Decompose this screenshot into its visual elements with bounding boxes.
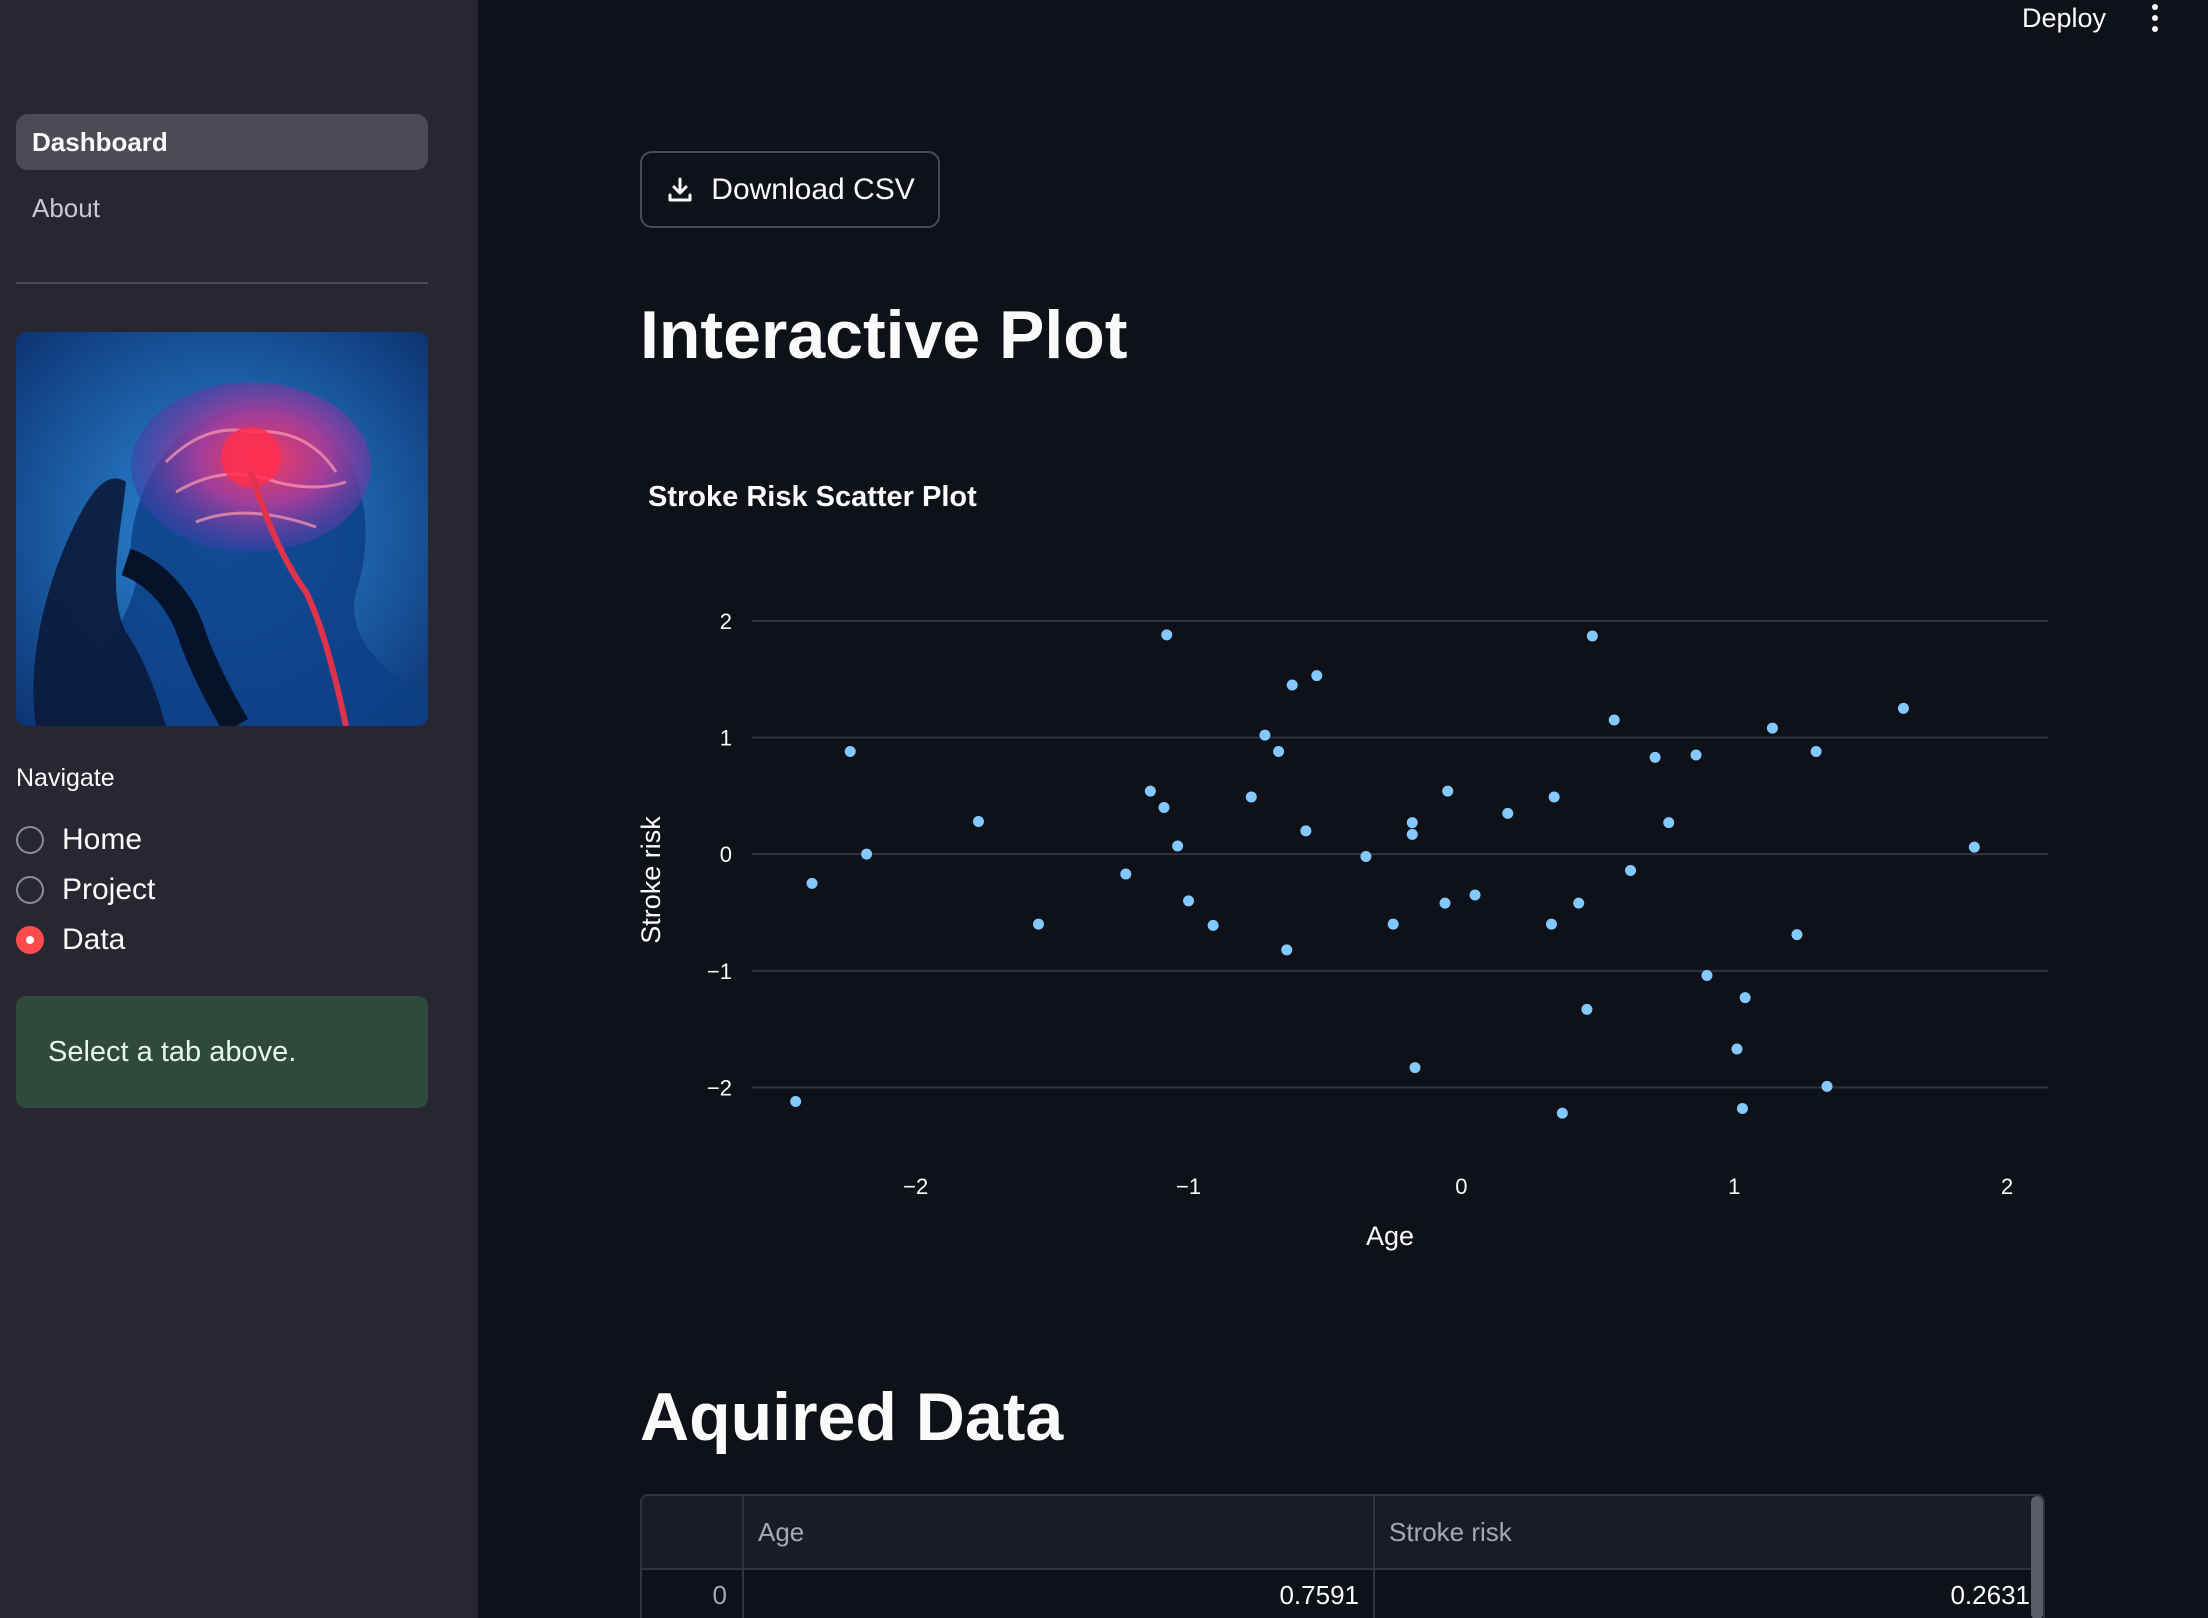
scatter-point[interactable] bbox=[1360, 851, 1372, 862]
scatter-point[interactable] bbox=[1245, 791, 1257, 803]
info-alert-text: Select a tab above. bbox=[48, 1035, 297, 1068]
radio-option-project[interactable]: Project bbox=[16, 870, 155, 910]
scatter-point[interactable] bbox=[1545, 918, 1557, 930]
radio-option-label: Project bbox=[62, 873, 156, 906]
radio-button[interactable] bbox=[16, 826, 44, 854]
scatter-point[interactable] bbox=[1766, 722, 1778, 734]
scatter-point[interactable] bbox=[861, 848, 873, 860]
scatter-point[interactable] bbox=[1161, 629, 1173, 641]
scatter-chart[interactable]: −2 −1 0 1 2 −2 −1 0 1 2 Age Stroke risk bbox=[630, 580, 2060, 1270]
scatter-point[interactable] bbox=[844, 746, 856, 757]
scatter-point[interactable] bbox=[790, 1096, 802, 1107]
sidebar: Dashboard About Navigate Home Project Da… bbox=[0, 0, 478, 1618]
brain-illustration-image bbox=[16, 332, 428, 726]
table-scrollbar[interactable] bbox=[2031, 1496, 2043, 1618]
radio-button[interactable] bbox=[16, 876, 44, 904]
column-header-stroke-risk[interactable]: Stroke risk bbox=[1389, 1496, 1512, 1568]
scatter-point[interactable] bbox=[1469, 889, 1481, 901]
x-tick-label: −2 bbox=[903, 1174, 928, 1199]
column-header-age[interactable]: Age bbox=[758, 1496, 804, 1568]
radio-button-selected[interactable] bbox=[16, 926, 44, 954]
download-icon bbox=[668, 177, 692, 201]
row-index: 0 bbox=[712, 1579, 727, 1610]
y-tick-label: −2 bbox=[707, 1076, 732, 1101]
scatter-point[interactable] bbox=[1172, 840, 1184, 852]
scatter-point[interactable] bbox=[1387, 918, 1399, 930]
page-title-interactive-plot: Interactive Plot bbox=[640, 297, 1128, 373]
kebab-menu-icon[interactable] bbox=[2144, 0, 2166, 36]
scatter-point[interactable] bbox=[1286, 679, 1298, 691]
radio-option-data[interactable]: Data bbox=[16, 920, 125, 960]
table-cell-stroke-risk[interactable]: 0.2631 bbox=[1375, 1570, 2030, 1618]
sidebar-item-dashboard[interactable]: Dashboard bbox=[16, 114, 428, 170]
data-table[interactable]: Age Stroke risk 0 0.7591 0.2631 bbox=[640, 1494, 2045, 1618]
scatter-point[interactable] bbox=[1406, 828, 1418, 840]
scatter-point[interactable] bbox=[1810, 746, 1822, 757]
sidebar-item-label: Dashboard bbox=[32, 126, 168, 157]
deploy-label: Deploy bbox=[2022, 2, 2107, 33]
x-tick-label: 1 bbox=[1728, 1174, 1740, 1199]
scatter-point[interactable] bbox=[1821, 1080, 1833, 1092]
table-cell-age[interactable]: 0.7591 bbox=[744, 1570, 1359, 1618]
scatter-point[interactable] bbox=[1791, 929, 1803, 941]
sidebar-divider bbox=[16, 282, 428, 284]
scatter-point[interactable] bbox=[1739, 992, 1751, 1004]
scatter-point[interactable] bbox=[1663, 817, 1675, 829]
section-title-aquired-data: Aquired Data bbox=[640, 1379, 1064, 1455]
download-csv-button[interactable]: Download CSV bbox=[640, 151, 940, 228]
chart-title: Stroke Risk Scatter Plot bbox=[648, 481, 977, 513]
scatter-point[interactable] bbox=[1897, 702, 1909, 714]
scatter-point[interactable] bbox=[1581, 1003, 1593, 1015]
y-axis-label: Stroke risk bbox=[636, 816, 666, 944]
radio-option-home[interactable]: Home bbox=[16, 820, 142, 860]
scatter-point[interactable] bbox=[1439, 897, 1451, 909]
scatter-point[interactable] bbox=[1259, 729, 1271, 741]
x-axis-label: Age bbox=[1366, 1221, 1414, 1251]
radio-option-label: Home bbox=[62, 823, 143, 856]
scatter-point[interactable] bbox=[1406, 817, 1418, 829]
scatter-point[interactable] bbox=[1731, 1043, 1743, 1055]
scatter-point[interactable] bbox=[1409, 1062, 1421, 1074]
scatter-point[interactable] bbox=[1300, 825, 1312, 837]
x-tick-label: 0 bbox=[1455, 1174, 1467, 1199]
radio-group-label: Navigate bbox=[16, 764, 115, 792]
scatter-point[interactable] bbox=[1311, 670, 1323, 682]
scatter-point[interactable] bbox=[1281, 944, 1293, 956]
scatter-point[interactable] bbox=[1207, 919, 1219, 931]
scatter-point[interactable] bbox=[1273, 746, 1285, 757]
scatter-point[interactable] bbox=[1608, 714, 1620, 726]
download-csv-label: Download CSV bbox=[711, 172, 915, 206]
y-tick-label: 2 bbox=[720, 609, 732, 634]
scatter-point[interactable] bbox=[1625, 865, 1637, 876]
scatter-point[interactable] bbox=[1120, 868, 1132, 880]
scatter-point[interactable] bbox=[1649, 751, 1661, 763]
radio-option-label: Data bbox=[62, 923, 126, 956]
table-header-row bbox=[642, 1496, 2043, 1570]
scatter-point[interactable] bbox=[1442, 785, 1454, 797]
scatter-point[interactable] bbox=[1968, 841, 1980, 853]
scatter-point[interactable] bbox=[1701, 970, 1713, 981]
scatter-point[interactable] bbox=[1573, 897, 1585, 909]
scatter-point[interactable] bbox=[1502, 807, 1514, 819]
scatter-point[interactable] bbox=[1548, 791, 1560, 803]
scatter-point[interactable] bbox=[1736, 1103, 1748, 1114]
sidebar-item-about[interactable]: About bbox=[16, 180, 428, 236]
y-tick-label: −1 bbox=[707, 959, 732, 984]
y-tick-label: 1 bbox=[720, 726, 732, 751]
info-alert: Select a tab above. bbox=[16, 996, 428, 1108]
sidebar-item-label: About bbox=[32, 192, 100, 223]
scatter-point[interactable] bbox=[1032, 918, 1044, 930]
scatter-point[interactable] bbox=[1144, 785, 1156, 797]
scatter-point[interactable] bbox=[1586, 630, 1598, 642]
scatter-point[interactable] bbox=[1690, 749, 1702, 761]
scatter-point[interactable] bbox=[806, 877, 818, 889]
scatter-point[interactable] bbox=[972, 816, 984, 827]
x-tick-label: −1 bbox=[1176, 1174, 1201, 1199]
scatter-point[interactable] bbox=[1556, 1107, 1568, 1119]
deploy-button[interactable]: Deploy bbox=[2022, 0, 2106, 36]
scatter-point[interactable] bbox=[1158, 802, 1170, 813]
scatter-point[interactable] bbox=[1183, 895, 1195, 907]
y-tick-label: 0 bbox=[720, 842, 732, 867]
x-tick-label: 2 bbox=[2001, 1174, 2013, 1199]
